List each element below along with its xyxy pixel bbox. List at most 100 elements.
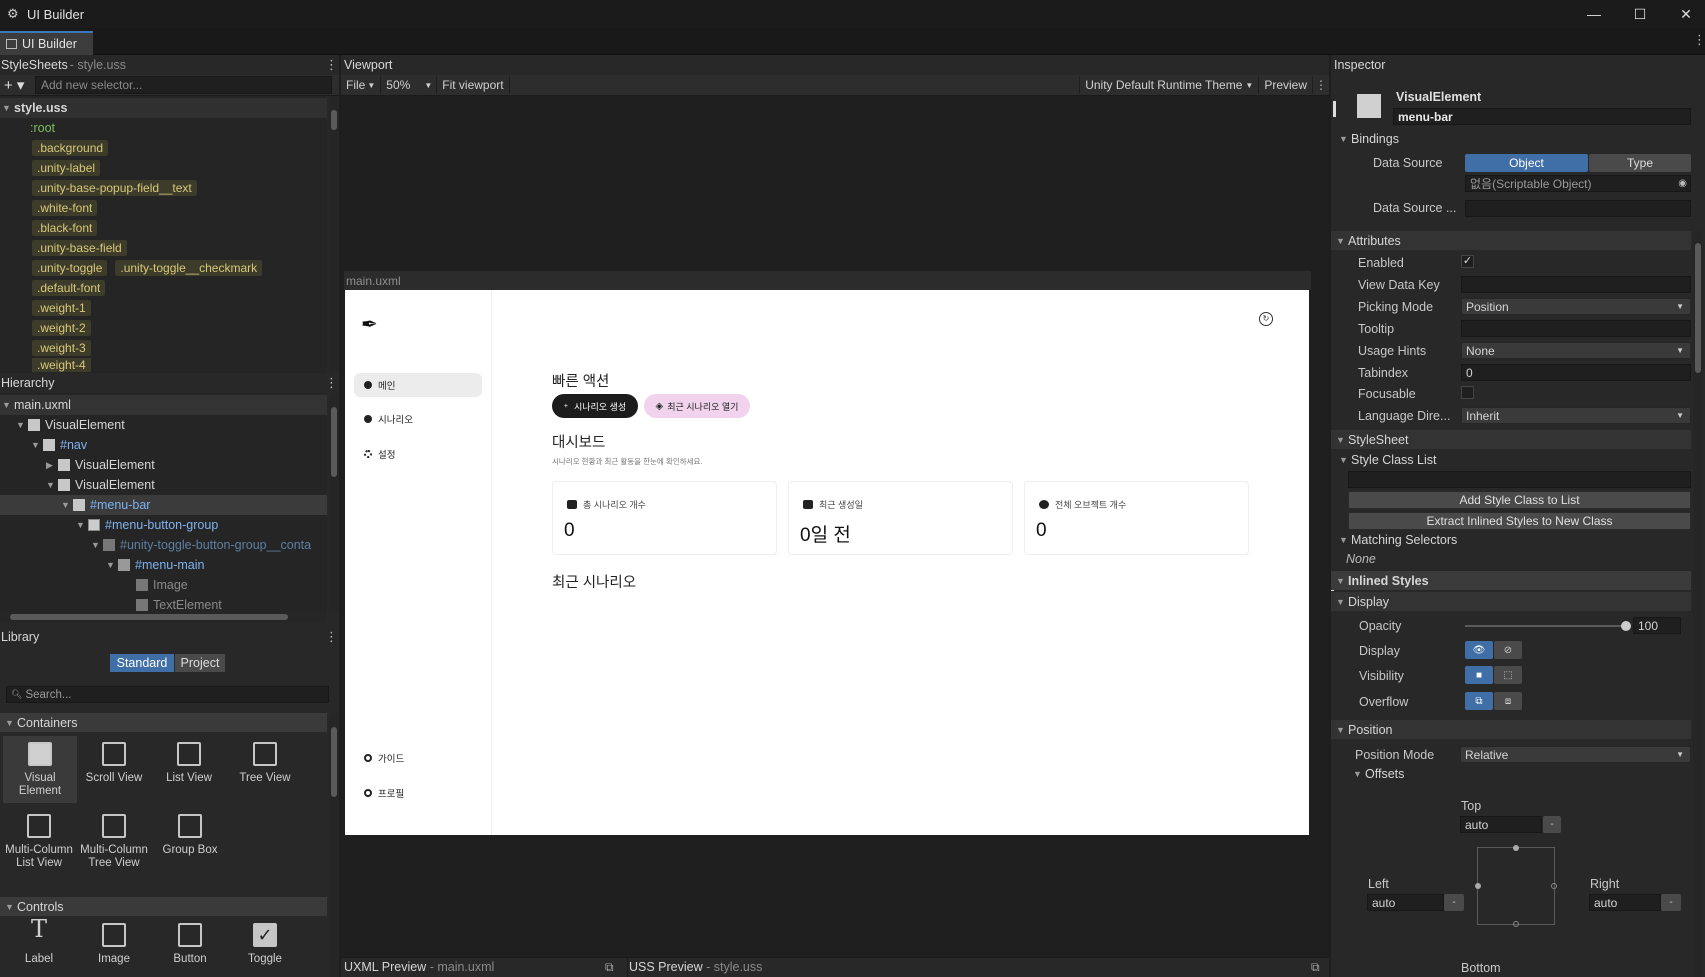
hierarchy-scrollbar-v[interactable] [329, 393, 339, 611]
data-source-object-toggle[interactable]: Object [1465, 154, 1588, 172]
tooltip-field[interactable] [1461, 320, 1691, 337]
close-button[interactable]: ✕ [1663, 0, 1705, 28]
selector-row[interactable]: .unity-toggle .unity-toggle__checkmark [0, 258, 270, 278]
inlined-styles-section[interactable]: ▼ Inlined Styles [1331, 571, 1691, 590]
library-multi-column-list-view[interactable]: Multi-Column List View [4, 814, 74, 870]
offsets-section[interactable]: ▼ Offsets [1331, 764, 1404, 784]
overflow-hidden-icon[interactable]: ⧈ [1494, 692, 1522, 710]
focusable-checkbox[interactable] [1461, 386, 1474, 399]
stylesheet-section[interactable]: ▼ StyleSheet [1331, 430, 1691, 449]
file-menu[interactable]: File ▼ [341, 76, 382, 94]
visibility-visible-icon[interactable]: ■ [1465, 666, 1493, 684]
library-scroll-view[interactable]: Scroll View [79, 742, 149, 785]
tree-item[interactable]: ▼ #nav [0, 435, 87, 455]
preview-button[interactable]: Preview [1259, 76, 1313, 94]
uss-preview-tab[interactable]: USS Preview - style.uss [629, 960, 762, 974]
open-external-icon[interactable]: ⧉ [1311, 960, 1320, 975]
object-picker-icon[interactable]: ◉ [1678, 178, 1687, 189]
zoom-dropdown[interactable]: 50% ▼ [381, 76, 438, 94]
enabled-checkbox[interactable]: ✓ [1461, 255, 1474, 268]
picking-mode-dropdown[interactable]: Position ▼ [1461, 298, 1691, 315]
scroll-thumb[interactable] [331, 727, 337, 797]
data-source-path-field[interactable] [1465, 200, 1691, 217]
display-flex-eye-icon[interactable]: 👁︎ [1465, 641, 1493, 659]
opacity-slider-handle[interactable] [1621, 621, 1631, 631]
offset-right-unit[interactable]: - [1661, 894, 1681, 911]
overflow-visible-icon[interactable]: ⧉ [1465, 692, 1493, 710]
library-search-input[interactable]: 🔍︎ Search... [6, 686, 329, 703]
nav-item-profile[interactable]: 프로필 [354, 781, 482, 805]
selector-row[interactable]: .unity-base-field [0, 238, 135, 258]
library-list-view[interactable]: List View [154, 742, 224, 785]
inspector-scrollbar[interactable] [1693, 231, 1703, 977]
attributes-section[interactable]: ▼ Attributes [1331, 231, 1691, 250]
fit-viewport-button[interactable]: Fit viewport [437, 76, 510, 94]
selector-row[interactable]: .weight-2 [0, 318, 99, 338]
data-source-object-field[interactable]: 없음(Scriptable Object) ◉ [1465, 175, 1691, 192]
selector-row[interactable]: .default-font [0, 278, 113, 298]
add-style-class-button[interactable]: Add Style Class to List [1348, 491, 1691, 509]
open-external-icon[interactable]: ⧉ [605, 960, 614, 975]
library-button[interactable]: Button [155, 923, 225, 966]
language-direction-dropdown[interactable]: Inherit ▼ [1461, 407, 1691, 424]
refresh-icon[interactable]: ↻ [1259, 312, 1273, 326]
offset-left-field[interactable]: auto [1367, 894, 1444, 911]
tabindex-field[interactable]: 0 [1461, 364, 1691, 381]
tab-project[interactable]: Project [175, 654, 225, 672]
root-selector[interactable]: :root [0, 118, 55, 138]
selector-row[interactable]: .background [0, 138, 116, 158]
tree-item[interactable]: ▶ VisualElement [0, 455, 155, 475]
bindings-section[interactable]: ▼ Bindings [1331, 129, 1399, 149]
library-multi-column-tree-view[interactable]: Multi-Column Tree View [79, 814, 149, 870]
offset-top-field[interactable]: auto [1460, 816, 1542, 833]
library-visual-element[interactable]: Visual Element [5, 742, 75, 798]
uxml-file-row[interactable]: ▼ main.uxml [0, 395, 327, 415]
stylesheets-menu-icon[interactable]: ⋮ [325, 58, 338, 71]
stylesheets-scrollbar[interactable] [329, 96, 339, 373]
display-none-eye-slash-icon[interactable]: ⊘ [1494, 641, 1522, 659]
scroll-thumb[interactable] [10, 614, 288, 620]
display-section[interactable]: ▼ Display [1331, 592, 1691, 611]
offset-left-unit[interactable]: - [1444, 894, 1464, 911]
hierarchy-scrollbar-h[interactable] [0, 611, 327, 623]
offset-top-unit[interactable]: - [1543, 816, 1561, 833]
data-source-type-toggle[interactable]: Type [1589, 154, 1691, 172]
opacity-field[interactable]: 100 [1633, 617, 1681, 634]
hierarchy-menu-icon[interactable]: ⋮ [325, 376, 338, 389]
tree-item-selected[interactable]: ▼ #menu-bar [0, 495, 327, 515]
nav-item-settings[interactable]: 설정 [354, 442, 482, 466]
tab-ui-builder[interactable]: UI Builder [0, 31, 93, 55]
controls-section[interactable]: ▼ Controls [0, 897, 327, 916]
opacity-slider-track[interactable] [1465, 625, 1625, 627]
more-menu-icon[interactable]: ⋮ [1693, 33, 1705, 46]
stylesheet-file-row[interactable]: ▼ style.uss [0, 98, 327, 118]
tree-item[interactable]: ▼ #menu-main [0, 555, 204, 575]
extract-inlined-styles-button[interactable]: Extract Inlined Styles to New Class [1348, 512, 1691, 530]
uxml-preview-tab[interactable]: UXML Preview - main.uxml [344, 960, 494, 974]
viewport-menu-icon[interactable]: ⋮ [1313, 78, 1329, 92]
tree-item[interactable]: ▼ #menu-button-group [0, 515, 218, 535]
nav-item-main[interactable]: 메인 [354, 373, 482, 397]
add-selector-input[interactable]: Add new selector... [35, 76, 332, 94]
usage-hints-dropdown[interactable]: None ▼ [1461, 342, 1691, 359]
library-tree-view[interactable]: Tree View [230, 742, 300, 785]
tree-item[interactable]: ▼ VisualElement [0, 415, 125, 435]
nav-item-guide[interactable]: 가이드 [354, 746, 482, 770]
library-label[interactable]: T Label [4, 917, 74, 966]
library-scrollbar[interactable] [329, 713, 339, 977]
matching-selectors-section[interactable]: ▼ Matching Selectors [1331, 530, 1457, 550]
scroll-thumb[interactable] [1695, 243, 1701, 373]
selector-row[interactable]: .unity-base-popup-field__text [0, 178, 205, 198]
open-recent-scenario-button[interactable]: ◈ 최근 시나리오 열기 [644, 394, 750, 418]
element-name-field[interactable]: menu-bar [1393, 108, 1691, 125]
offset-right-field[interactable]: auto [1589, 894, 1661, 911]
tab-standard[interactable]: Standard [110, 654, 174, 672]
selector-row[interactable]: .unity-label [0, 158, 108, 178]
style-class-list-section[interactable]: ▼ Style Class List [1331, 450, 1436, 470]
library-toggle[interactable]: ✓ Toggle [230, 923, 300, 966]
tree-item[interactable]: Image [0, 575, 188, 595]
position-mode-dropdown[interactable]: Relative ▼ [1460, 746, 1691, 763]
library-image[interactable]: Image [79, 923, 149, 966]
view-data-key-field[interactable] [1461, 276, 1691, 293]
selector-row[interactable]: .weight-3 [0, 338, 99, 358]
